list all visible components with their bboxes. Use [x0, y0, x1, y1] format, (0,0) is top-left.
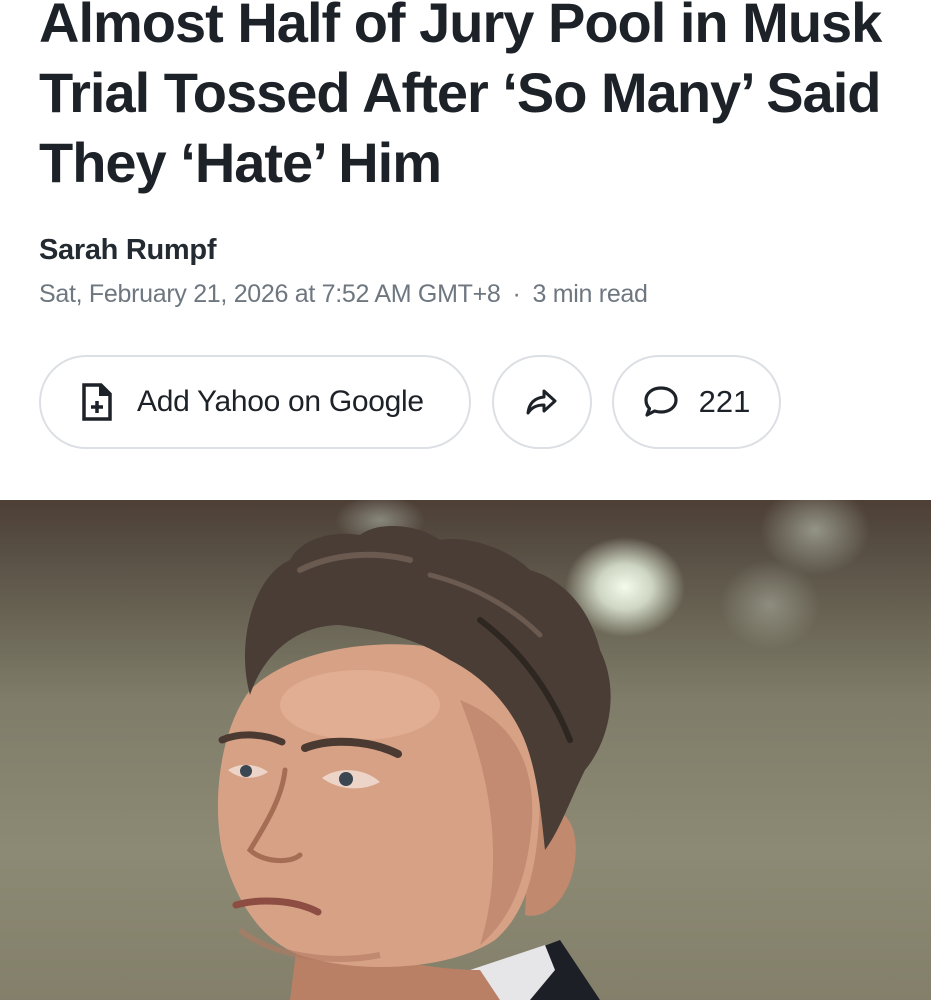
comment-count: 221 — [698, 384, 751, 419]
article-page: Almost Half of Jury Pool in Musk Trial T… — [0, 0, 931, 1000]
author-name[interactable]: Sarah Rumpf — [39, 234, 216, 267]
read-time: 3 min read — [532, 280, 648, 308]
add-yahoo-on-google-button[interactable]: Add Yahoo on Google — [39, 355, 471, 449]
share-arrow-icon — [525, 387, 559, 417]
publish-date: Sat, February 21, 2026 at 7:52 AM GMT+8 — [39, 280, 501, 308]
add-yahoo-on-google-label: Add Yahoo on Google — [137, 385, 424, 418]
comments-button[interactable]: 221 — [612, 355, 781, 449]
hero-image[interactable] — [0, 500, 931, 1000]
portrait-photo — [217, 525, 611, 1000]
meta-separator: · — [512, 280, 521, 308]
article-meta: Sat, February 21, 2026 at 7:52 AM GMT+8 ·… — [39, 280, 648, 309]
speech-bubble-icon — [643, 385, 679, 419]
article-headline: Almost Half of Jury Pool in Musk Trial T… — [39, 0, 882, 194]
share-button[interactable] — [492, 355, 592, 449]
add-document-icon — [81, 382, 113, 422]
